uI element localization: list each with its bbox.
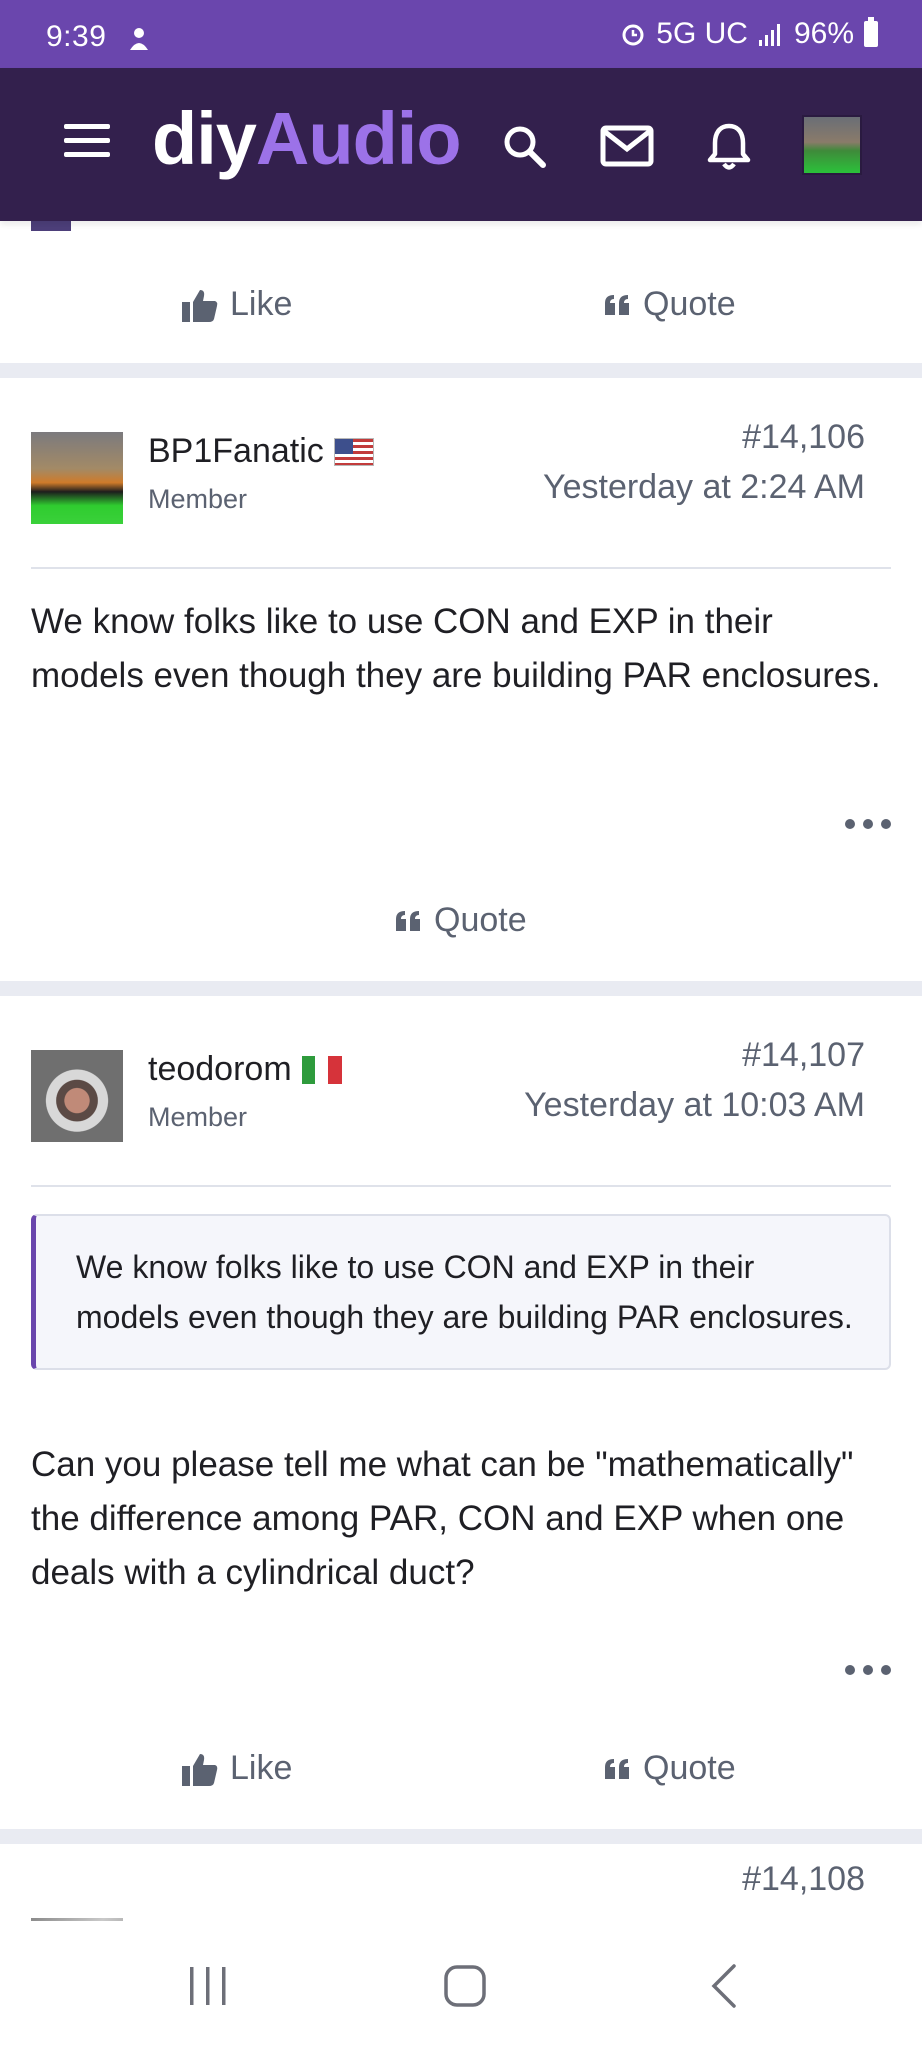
quote-icon [605,1758,629,1779]
like-label: Like [230,285,293,323]
status-bar: 9:39 5G UC 96% [0,0,922,68]
search-icon[interactable] [494,116,554,176]
post-number[interactable]: #14,108 [742,1860,865,1899]
app-header: diyAudio [0,68,922,221]
more-options-icon[interactable] [845,1664,891,1676]
post-divider [31,567,891,569]
post-author[interactable]: teodorom [148,1050,342,1089]
home-icon[interactable] [435,1961,495,2011]
thread-content: Like Quote BP1Fanatic Member #14,106 Yes… [0,221,922,1921]
user-avatar[interactable] [802,115,862,175]
quote-icon [396,910,420,931]
system-nav-bar [0,1921,922,2048]
post-actions: Quote [0,889,922,959]
recent-apps-icon[interactable] [178,1961,238,2011]
post-divider [31,1185,891,1187]
post-header: BP1Fanatic Member #14,106 Yesterday at 2… [0,378,922,538]
previous-post-actions: Like Quote [0,273,922,343]
quote-button[interactable]: Quote [605,285,736,324]
user-role: Member [148,484,248,514]
more-options-icon[interactable] [845,818,891,830]
quote-button[interactable]: Quote [605,1749,736,1788]
post-number[interactable]: #14,106 [742,418,865,457]
thumbs-up-icon [182,1753,218,1786]
back-icon[interactable] [694,1961,754,2011]
us-flag-icon [333,437,374,466]
post-number[interactable]: #14,107 [742,1036,865,1075]
post-separator [0,981,922,996]
status-right: 5G UC 96% [620,17,878,50]
post-separator [0,363,922,378]
username[interactable]: teodorom [148,1050,292,1089]
username[interactable]: BP1Fanatic [148,432,324,471]
alarm-icon [622,24,644,46]
like-button[interactable]: Like [182,285,292,324]
post-header-partial: teodorom #14,108 [0,1844,922,1921]
previous-post-avatar-edge [31,221,71,231]
post-separator [0,1829,922,1844]
post-body: We know folks like to use CON and EXP in… [31,602,881,695]
bell-icon[interactable] [699,116,759,176]
status-time: 9:39 [46,20,107,53]
signal-icon [758,24,780,46]
quote-label: Quote [643,285,736,323]
mail-icon[interactable] [597,116,657,176]
avatar[interactable] [31,432,123,524]
quote-icon [605,294,629,315]
post-header: teodorom Member #14,107 Yesterday at 10:… [0,996,922,1156]
post-author[interactable]: BP1Fanatic [148,432,374,471]
post-date[interactable]: Yesterday at 2:24 AM [543,468,865,507]
quoted-message[interactable]: We know folks like to use CON and EXP in… [31,1214,891,1370]
post-date[interactable]: Yesterday at 10:03 AM [524,1086,865,1125]
post-actions: Like Quote [0,1737,922,1807]
like-button[interactable]: Like [182,1749,292,1788]
quote-button[interactable]: Quote [396,901,527,940]
user-role: Member [148,1102,248,1132]
quote-label: Quote [434,901,527,939]
like-label: Like [230,1749,293,1787]
avatar[interactable] [31,1050,123,1142]
site-logo[interactable]: diyAudio [152,96,462,181]
logo-text-audio: Audio [255,97,462,180]
battery-icon [864,17,878,47]
post-body: Can you please tell me what can be "math… [31,1445,854,1592]
battery-label: 96% [793,17,854,50]
notification-icon [130,28,148,50]
quote-label: Quote [643,1749,736,1787]
menu-icon[interactable] [64,124,114,164]
network-label: 5G UC [656,17,748,50]
logo-text-diy: diy [152,97,257,180]
it-flag-icon [301,1055,342,1084]
thumbs-up-icon [182,289,218,322]
